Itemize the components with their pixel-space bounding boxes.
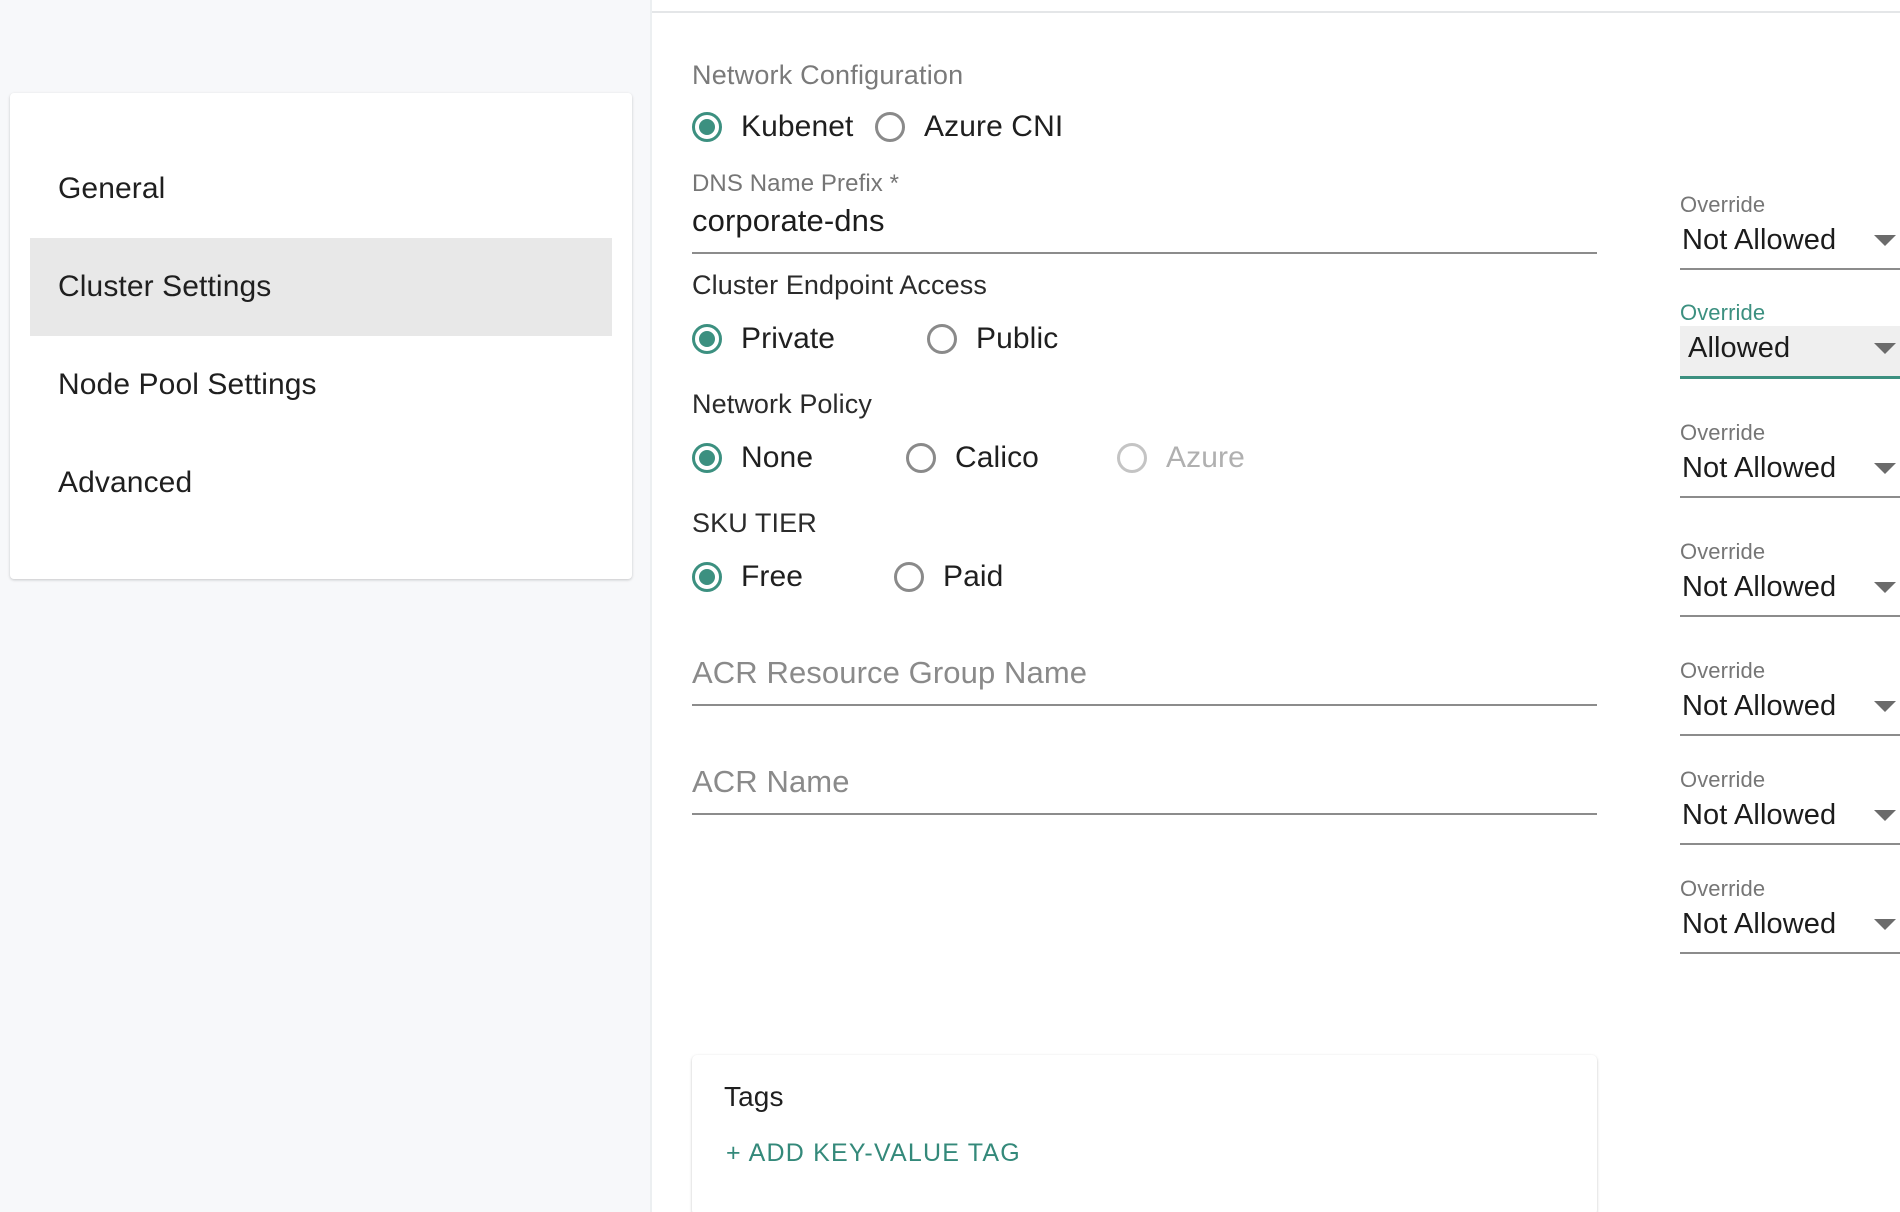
network-policy-label: Network Policy: [692, 389, 872, 419]
override-network-policy: Override Not Allowed: [1680, 420, 1900, 498]
radio-indicator-icon: [875, 112, 905, 142]
override-value: Not Allowed: [1682, 224, 1837, 256]
sku-tier-radio-row: Free Paid: [692, 560, 1003, 594]
radio-indicator-icon: [894, 562, 924, 592]
override-select[interactable]: Not Allowed: [1680, 684, 1900, 736]
radio-label: None: [741, 441, 814, 474]
override-value: Not Allowed: [1682, 908, 1837, 940]
override-acr-name: Override Not Allowed: [1680, 767, 1900, 845]
override-select[interactable]: Not Allowed: [1680, 793, 1900, 845]
chevron-down-icon: [1874, 810, 1896, 821]
override-select[interactable]: Allowed: [1680, 326, 1900, 379]
add-key-value-tag-button[interactable]: + ADD KEY-VALUE TAG: [722, 1137, 1025, 1170]
radio-label: Private: [741, 322, 836, 355]
override-label: Override: [1680, 876, 1766, 901]
sidebar-item-label: Node Pool Settings: [58, 368, 317, 401]
radio-label: Free: [741, 560, 804, 593]
sidebar-item-advanced[interactable]: Advanced: [10, 434, 632, 532]
sidebar-item-node-pool-settings[interactable]: Node Pool Settings: [10, 336, 632, 434]
chevron-down-icon: [1874, 343, 1896, 354]
override-value: Not Allowed: [1682, 690, 1837, 722]
sidebar-item-label: Advanced: [58, 466, 193, 499]
radio-paid[interactable]: Paid: [894, 560, 1003, 594]
override-select[interactable]: Not Allowed: [1680, 565, 1900, 617]
override-label: Override: [1680, 300, 1766, 325]
dns-name-prefix-label: DNS Name Prefix *: [692, 170, 900, 197]
override-select[interactable]: Not Allowed: [1680, 902, 1900, 954]
sidebar-item-general[interactable]: General: [10, 140, 632, 238]
network-policy-radio-row: None Calico Azure: [692, 441, 1245, 475]
sidebar-item-cluster-settings[interactable]: Cluster Settings: [30, 238, 612, 336]
chevron-down-icon: [1874, 582, 1896, 593]
network-configuration-label: Network Configuration: [692, 60, 964, 90]
sidebar-column: General Cluster Settings Node Pool Setti…: [0, 0, 650, 1212]
override-label: Override: [1680, 539, 1766, 564]
radio-label: Azure: [1166, 441, 1245, 474]
radio-azure: Azure: [1117, 441, 1245, 475]
radio-indicator-icon: [927, 324, 957, 354]
override-value: Not Allowed: [1682, 452, 1837, 484]
chevron-down-icon: [1874, 701, 1896, 712]
cluster-endpoint-access-label: Cluster Endpoint Access: [692, 270, 987, 300]
override-select[interactable]: Not Allowed: [1680, 218, 1900, 270]
radio-kubenet[interactable]: Kubenet: [692, 110, 875, 144]
chevron-down-icon: [1874, 463, 1896, 474]
override-value: Not Allowed: [1682, 571, 1837, 603]
cluster-settings-panel: Network Configuration Kubenet Azure CNI …: [650, 0, 1900, 1212]
override-tags: Override Not Allowed: [1680, 876, 1900, 954]
override-network-configuration: Override Not Allowed: [1680, 192, 1900, 270]
sidebar-item-label: Cluster Settings: [58, 270, 272, 303]
override-label: Override: [1680, 658, 1766, 683]
radio-label: Public: [976, 322, 1059, 355]
tags-card: Tags + ADD KEY-VALUE TAG: [692, 1055, 1597, 1212]
network-configuration-group: Network Configuration Kubenet Azure CNI: [692, 60, 1063, 144]
sku-tier-label: SKU TIER: [692, 508, 817, 538]
radio-public[interactable]: Public: [927, 322, 1058, 356]
sidebar-nav-list: General Cluster Settings Node Pool Setti…: [10, 140, 632, 532]
radio-label: Azure CNI: [924, 110, 1064, 143]
sidebar-item-label: General: [58, 172, 166, 205]
acr-resource-group-name-input[interactable]: ACR Resource Group Name: [692, 655, 1597, 706]
acr-name-input[interactable]: ACR Name: [692, 764, 1597, 815]
override-select[interactable]: Not Allowed: [1680, 446, 1900, 498]
dns-name-prefix-input[interactable]: corporate-dns: [692, 203, 1597, 254]
radio-none[interactable]: None: [692, 441, 906, 475]
chevron-down-icon: [1874, 919, 1896, 930]
override-acr-resource-group-name: Override Not Allowed: [1680, 658, 1900, 736]
radio-indicator-icon: [692, 324, 722, 354]
override-label: Override: [1680, 767, 1766, 792]
radio-indicator-icon: [1117, 443, 1147, 473]
panel-top-divider: [652, 11, 1900, 13]
acr-name-field[interactable]: ACR Name: [692, 764, 1597, 815]
sidebar-nav-card: General Cluster Settings Node Pool Setti…: [10, 93, 632, 579]
network-configuration-radio-row: Kubenet Azure CNI: [692, 110, 1063, 144]
radio-indicator-icon: [692, 562, 722, 592]
override-sku-tier: Override Not Allowed: [1680, 539, 1900, 617]
override-value: Not Allowed: [1682, 799, 1837, 831]
radio-indicator-icon: [906, 443, 936, 473]
network-policy-group: Network Policy None Calico Azure: [692, 389, 1245, 475]
radio-indicator-icon: [692, 112, 722, 142]
override-label: Override: [1680, 192, 1766, 217]
acr-resource-group-name-field[interactable]: ACR Resource Group Name: [692, 655, 1597, 706]
cluster-endpoint-access-radio-row: Private Public: [692, 322, 1058, 356]
radio-indicator-icon: [692, 443, 722, 473]
radio-label: Paid: [943, 560, 1004, 593]
override-cluster-endpoint-access: Override Allowed: [1680, 300, 1900, 379]
dns-name-prefix-field[interactable]: DNS Name Prefix * corporate-dns: [692, 170, 1597, 254]
sku-tier-group: SKU TIER Free Paid: [692, 508, 1003, 594]
radio-free[interactable]: Free: [692, 560, 894, 594]
radio-private[interactable]: Private: [692, 322, 927, 356]
override-value: Allowed: [1688, 332, 1791, 364]
radio-label: Calico: [955, 441, 1039, 474]
override-label: Override: [1680, 420, 1766, 445]
radio-azure-cni[interactable]: Azure CNI: [875, 110, 1063, 144]
cluster-endpoint-access-group: Cluster Endpoint Access Private Public: [692, 270, 1058, 356]
chevron-down-icon: [1874, 235, 1896, 246]
radio-calico[interactable]: Calico: [906, 441, 1117, 475]
tags-title: Tags: [724, 1081, 784, 1112]
radio-label: Kubenet: [741, 110, 854, 143]
